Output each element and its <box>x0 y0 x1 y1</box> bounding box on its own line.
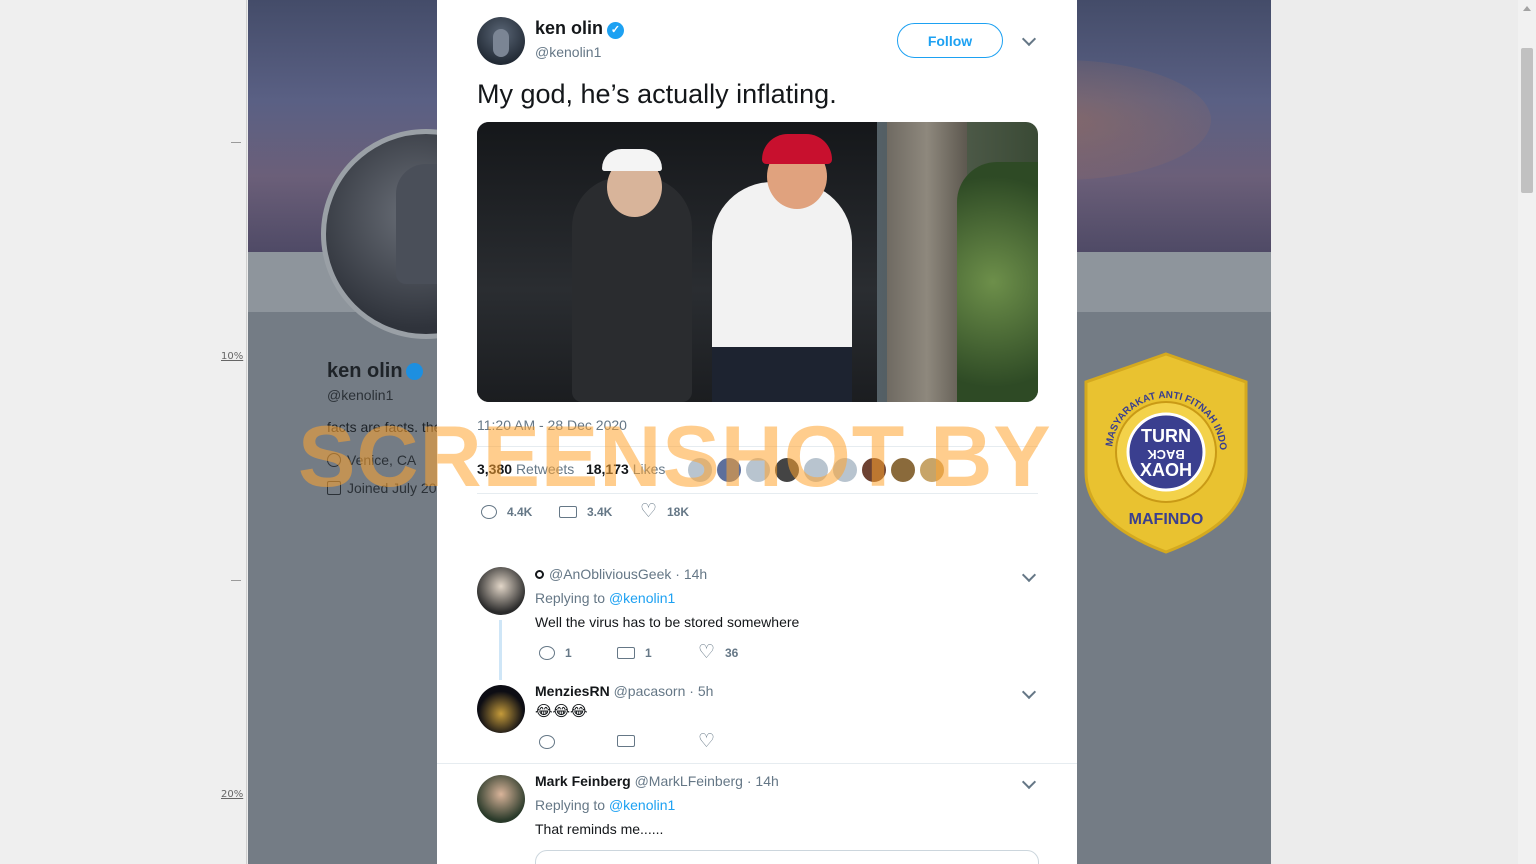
profile-handle: @kenolin1 <box>327 387 394 403</box>
liker-avatar[interactable] <box>687 457 713 483</box>
reply-icon <box>481 505 497 519</box>
chevron-down-icon[interactable] <box>1021 31 1037 47</box>
reply-avatar[interactable] <box>477 567 525 615</box>
profile-joined: Joined July 20 <box>327 480 437 496</box>
liker-avatar[interactable] <box>803 457 829 483</box>
tweet-photo[interactable] <box>477 122 1038 402</box>
heart-icon <box>640 500 657 522</box>
divider <box>437 763 1077 764</box>
replying-to: Replying to @kenolin1 <box>535 797 676 813</box>
like-action[interactable] <box>698 730 725 752</box>
reply-header[interactable]: Mark Feinberg @MarkLFeinberg · 14h <box>535 773 779 789</box>
calendar-icon <box>327 481 341 495</box>
liker-avatar[interactable] <box>861 457 887 483</box>
thread-connector <box>499 620 502 680</box>
retweet-icon <box>617 647 635 659</box>
profile-name: ken olin <box>327 360 423 383</box>
replying-to: Replying to @kenolin1 <box>535 590 676 606</box>
mention-link[interactable]: @kenolin1 <box>609 797 675 813</box>
retweet-action[interactable]: 3.4K <box>559 505 612 519</box>
divider <box>477 446 1038 447</box>
author-avatar[interactable] <box>477 17 525 65</box>
follow-button[interactable]: Follow <box>897 23 1003 58</box>
profile-location: Venice, CA <box>327 452 416 468</box>
reply-header[interactable]: @AnObliviousGeek · 14h <box>535 566 707 582</box>
chevron-down-icon[interactable] <box>1021 567 1037 583</box>
verified-icon: ✓ <box>607 22 625 39</box>
liker-avatar[interactable] <box>890 457 916 483</box>
mafindo-badge-logo: MASYARAKAT ANTI FITNAH INDONESIA TURN BA… <box>1082 352 1248 554</box>
reply-text: That reminds me...... <box>535 821 664 837</box>
chevron-down-icon[interactable] <box>1021 684 1037 700</box>
reply-avatar[interactable] <box>477 775 525 823</box>
heart-icon <box>698 641 715 663</box>
author-handle[interactable]: @kenolin1 <box>535 44 601 60</box>
tweet-timestamp[interactable]: 11:20 AM - 28 Dec 2020 <box>477 417 627 433</box>
tweet-text: My god, he’s actually inflating. <box>477 79 837 109</box>
ruler-label-20: 20% <box>221 789 244 800</box>
tweet-stats: 3,380 Retweets 18,173 Likes <box>477 461 665 477</box>
heart-icon <box>698 730 715 752</box>
tweet-permalink-modal: ken olin ✓ @kenolin1 Follow My god, he’s … <box>437 0 1077 864</box>
svg-text:MAFINDO: MAFINDO <box>1129 511 1204 528</box>
author-name[interactable]: ken olin ✓ <box>535 18 625 39</box>
ruler-label-10: 10% <box>221 351 244 362</box>
reply-text: Well the virus has to be stored somewher… <box>535 614 800 630</box>
reply-text: 😂😂😂 <box>535 702 588 720</box>
like-action[interactable]: 18K <box>640 500 689 522</box>
retweet-count[interactable]: 3,380 <box>477 461 512 477</box>
retweet-action[interactable]: 1 <box>617 646 652 660</box>
reply-header[interactable]: MenziesRN @pacasorn · 5h <box>535 683 713 699</box>
scroll-up-arrow-icon[interactable] <box>1523 6 1531 11</box>
verified-icon <box>405 363 423 381</box>
divider <box>477 493 1038 494</box>
retweet-icon <box>559 506 577 518</box>
liker-avatar[interactable] <box>745 457 771 483</box>
retweets-label[interactable]: Retweets <box>516 461 574 477</box>
reply-action[interactable]: 4.4K <box>481 505 532 519</box>
mention-link[interactable]: @kenolin1 <box>609 590 675 606</box>
chevron-down-icon[interactable] <box>1021 774 1037 790</box>
liker-avatar[interactable] <box>832 457 858 483</box>
like-action[interactable]: 36 <box>698 641 738 663</box>
scrollbar[interactable] <box>1518 0 1536 864</box>
liker-avatar[interactable] <box>919 457 945 483</box>
ruler-tick <box>231 580 241 581</box>
reply-action[interactable]: 1 <box>539 646 572 660</box>
reply-icon <box>539 735 555 749</box>
reply-avatar[interactable] <box>477 685 525 733</box>
liker-avatar[interactable] <box>774 457 800 483</box>
svg-text:HOAX: HOAX <box>1140 460 1192 480</box>
reply-icon <box>539 646 555 660</box>
profile-bio: facts are facts. the <box>327 419 442 435</box>
svg-text:TURN: TURN <box>1141 426 1191 446</box>
likes-label[interactable]: Likes <box>633 461 666 477</box>
reply-action[interactable] <box>539 735 565 749</box>
location-icon <box>327 453 341 467</box>
liker-avatar[interactable] <box>716 457 742 483</box>
zoom-ruler: 10% 20% <box>0 0 247 864</box>
scrollbar-thumb[interactable] <box>1521 48 1533 193</box>
retweet-action[interactable] <box>617 735 645 747</box>
ruler-tick <box>231 142 241 143</box>
retweet-icon <box>617 735 635 747</box>
like-count[interactable]: 18,173 <box>586 461 629 477</box>
link-card[interactable] <box>535 850 1039 864</box>
